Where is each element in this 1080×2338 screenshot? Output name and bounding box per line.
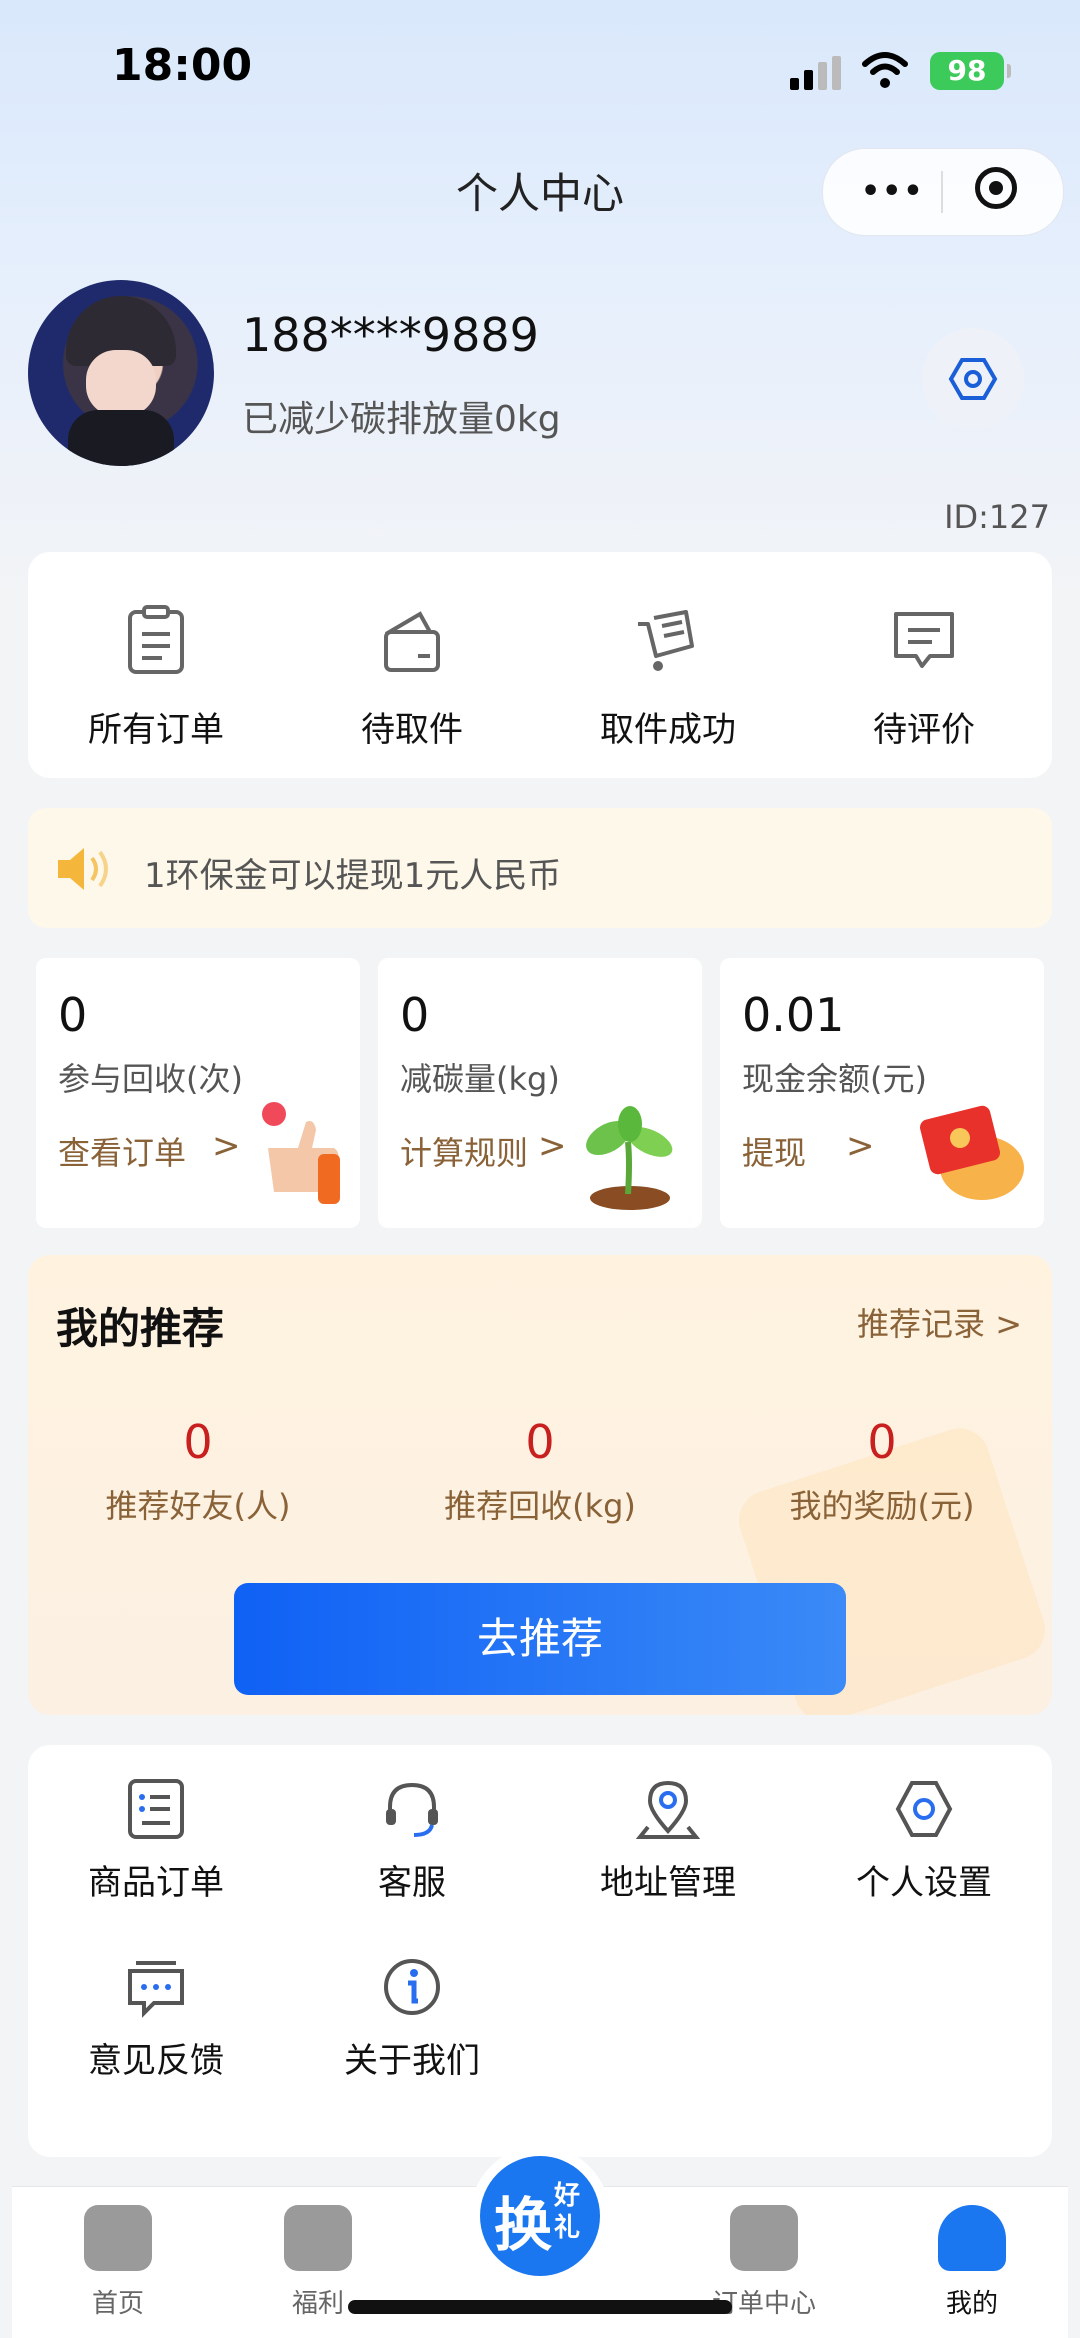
- calc-rules-link[interactable]: 计算规则: [400, 1128, 528, 1174]
- recommend-title: 我的推荐: [56, 1304, 225, 1353]
- order-label: 待取件: [361, 710, 463, 750]
- stat-card-balance: 0.01 现金余额(元) 提现 >: [720, 958, 1044, 1228]
- speaker-icon: [58, 848, 108, 890]
- recommend-stat-label: 推荐回收(kg): [444, 1487, 636, 1525]
- stat-label: 现金余额(元): [742, 1060, 927, 1098]
- service-label: 客服: [378, 1863, 446, 1903]
- stat-label: 参与回收(次): [58, 1060, 243, 1098]
- home-indicator: [348, 2300, 732, 2314]
- chevron-right-icon: >: [538, 1126, 567, 1166]
- recommend-stat: 0 推荐回收(kg): [370, 1415, 710, 1527]
- personal-settings-button[interactable]: 个人设置: [796, 1745, 1052, 1915]
- service-label: 关于我们: [344, 2041, 480, 2081]
- address-management-button[interactable]: 地址管理: [540, 1745, 796, 1915]
- order-shortcuts: 所有订单 待取件 取件成功 待评价: [28, 552, 1052, 778]
- pending-pickup-button[interactable]: 待取件: [284, 552, 540, 778]
- order-label: 取件成功: [600, 710, 736, 750]
- stat-card-carbon: 0 减碳量(kg) 计算规则 >: [378, 958, 702, 1228]
- gift-icon: [284, 2205, 352, 2271]
- service-label: 商品订单: [88, 1863, 224, 1903]
- status-time: 18:00: [112, 40, 253, 91]
- battery-indicator: 98: [930, 52, 1011, 90]
- recommend-stat-label: 我的奖励(元): [789, 1487, 975, 1525]
- wifi-icon: [862, 52, 908, 88]
- feedback-button[interactable]: 意见反馈: [28, 1923, 284, 2093]
- wallet-box-icon: [384, 611, 440, 672]
- stat-label: 减碳量(kg): [400, 1060, 560, 1098]
- clipboard-icon: [730, 2205, 798, 2271]
- hexagon-settings-icon: [948, 358, 998, 400]
- exchange-gift-button[interactable]: 换 好礼: [470, 2146, 610, 2286]
- chevron-right-icon: >: [846, 1126, 875, 1166]
- profile-settings-button[interactable]: [922, 328, 1024, 430]
- recommend-stat-label: 推荐好友(人): [105, 1487, 291, 1525]
- home-icon: [84, 2205, 152, 2271]
- service-label: 地址管理: [600, 1863, 736, 1903]
- go-recommend-button[interactable]: 去推荐: [234, 1583, 846, 1695]
- user-phone: 188****9889: [242, 308, 539, 362]
- user-id: ID:127: [944, 498, 1050, 536]
- pickup-success-button[interactable]: 取件成功: [540, 552, 796, 778]
- product-orders-button[interactable]: 商品订单: [28, 1745, 284, 1915]
- services-grid: 商品订单 客服 地址管理 个人设置 意见反馈 关于我们: [28, 1745, 1052, 2157]
- order-label: 待评价: [873, 710, 975, 750]
- message-icon: [894, 612, 954, 668]
- user-icon: [938, 2205, 1006, 2271]
- headset-icon: [386, 1782, 438, 1837]
- cart-icon: [638, 610, 694, 671]
- close-target-icon[interactable]: [975, 167, 1017, 209]
- about-us-button[interactable]: 关于我们: [284, 1923, 540, 2093]
- recommend-history-link[interactable]: 推荐记录 >: [857, 1299, 1022, 1345]
- recommend-stat-value: 0: [525, 1415, 555, 1469]
- info-icon: [384, 1959, 440, 2015]
- clipboard-icon: [128, 605, 184, 674]
- notice-bar[interactable]: 1环保金可以提现1元人民币: [28, 808, 1052, 928]
- order-label: 所有订单: [88, 710, 224, 750]
- tab-home[interactable]: 首页: [48, 2205, 188, 2320]
- thumbs-up-icon: [262, 1102, 340, 1204]
- tab-mine[interactable]: 我的: [902, 2205, 1042, 2320]
- customer-service-button[interactable]: 客服: [284, 1745, 540, 1915]
- withdraw-link[interactable]: 提现: [742, 1128, 806, 1174]
- notice-text: 1环保金可以提现1元人民币: [144, 856, 562, 896]
- tab-label: 我的: [945, 2289, 998, 2319]
- all-orders-button[interactable]: 所有订单: [28, 552, 284, 778]
- carbon-reduction-text: 已减少碳排放量0kg: [242, 399, 561, 440]
- exchange-label: 换: [494, 2191, 553, 2259]
- stat-value: 0.01: [742, 988, 845, 1042]
- capsule-divider: [941, 171, 943, 213]
- stat-card-recycle: 0 参与回收(次) 查看订单 >: [36, 958, 360, 1228]
- recommend-stat: 0 推荐好友(人): [28, 1415, 368, 1527]
- list-icon: [128, 1779, 184, 1839]
- red-envelope-icon: [919, 1105, 1024, 1200]
- signal-icon: [790, 56, 842, 90]
- recommend-stat: 0 我的奖励(元): [712, 1415, 1052, 1527]
- recommend-stat-value: 0: [867, 1415, 897, 1469]
- pending-review-button[interactable]: 待评价: [796, 552, 1052, 778]
- tab-label: 首页: [91, 2289, 144, 2319]
- recommend-stat-value: 0: [183, 1415, 213, 1469]
- feedback-icon: [128, 1961, 184, 2018]
- more-icon[interactable]: •••: [861, 177, 925, 207]
- recommend-history-label: 推荐记录: [857, 1305, 986, 1343]
- location-icon: [636, 1780, 700, 1839]
- stat-value: 0: [400, 988, 430, 1042]
- recommend-section: 我的推荐 推荐记录 > 0 推荐好友(人) 0 推荐回收(kg) 0 我的奖励(…: [28, 1255, 1052, 1715]
- chevron-right-icon: >: [212, 1126, 241, 1166]
- sprout-icon: [586, 1106, 673, 1210]
- avatar[interactable]: [28, 280, 214, 466]
- gear-icon: [895, 1781, 953, 1837]
- gift-label: 好礼: [553, 2181, 580, 2243]
- stat-value: 0: [58, 988, 88, 1042]
- service-label: 意见反馈: [88, 2041, 224, 2081]
- chevron-right-icon: >: [995, 1305, 1022, 1343]
- service-label: 个人设置: [856, 1863, 992, 1903]
- view-orders-link[interactable]: 查看订单: [58, 1128, 186, 1174]
- mini-program-capsule: •••: [822, 148, 1064, 236]
